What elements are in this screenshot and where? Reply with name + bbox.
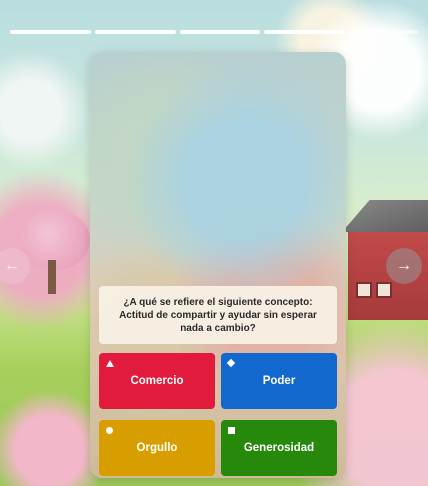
story-progress-bar: [10, 30, 419, 34]
answer-label: Orgullo: [136, 442, 178, 454]
arrow-right-icon: →: [396, 257, 412, 274]
circle-icon: [106, 427, 113, 434]
progress-segment: [179, 30, 261, 34]
progress-segment: [264, 30, 346, 34]
answer-label: Generosidad: [243, 442, 315, 454]
progress-segment: [10, 30, 91, 34]
tree-trunk: [48, 260, 56, 294]
blurred-question-image: [90, 52, 346, 282]
arrow-left-icon: ←: [4, 257, 20, 274]
question-text: ¿A qué se refiere el siguiente concepto:…: [99, 286, 337, 344]
answer-option-comercio[interactable]: Comercio: [99, 353, 215, 409]
quiz-card: ¿A qué se refiere el siguiente concepto:…: [90, 52, 346, 478]
triangle-icon: [106, 360, 114, 367]
answer-option-orgullo[interactable]: Orgullo: [99, 420, 215, 476]
answer-grid: Comercio Poder Orgullo Generosidad: [99, 353, 337, 476]
barn-window: [376, 282, 392, 298]
answer-label: Comercio: [130, 375, 184, 387]
progress-segment: [349, 30, 419, 34]
answer-label: Poder: [262, 375, 296, 387]
square-icon: [228, 427, 235, 434]
answer-option-poder[interactable]: Poder: [221, 353, 337, 409]
barn-window: [356, 282, 372, 298]
answer-option-generosidad[interactable]: Generosidad: [221, 420, 337, 476]
progress-segment: [94, 30, 176, 34]
diamond-icon: [226, 358, 236, 368]
next-button[interactable]: →: [386, 248, 422, 284]
